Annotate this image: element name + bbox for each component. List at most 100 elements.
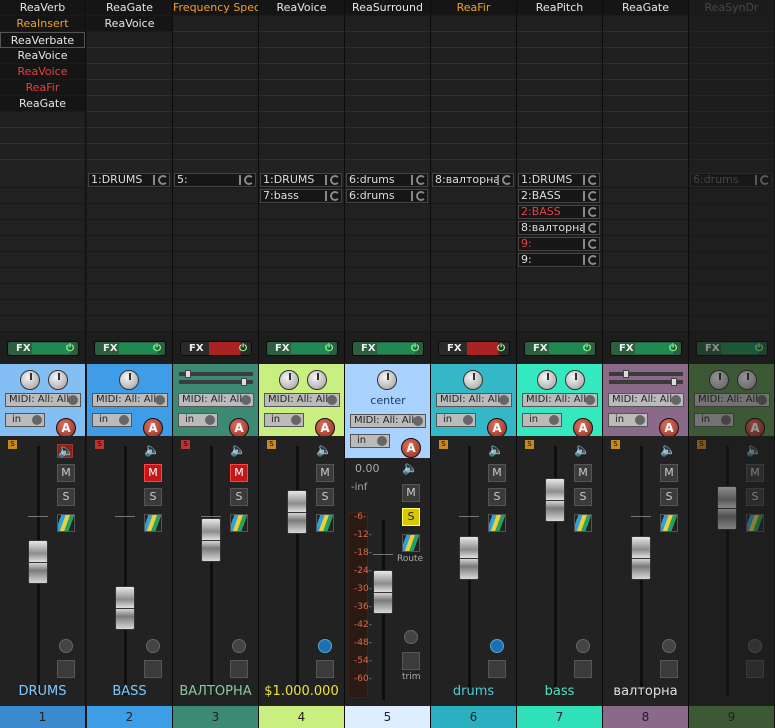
chevron-down-icon[interactable] — [155, 395, 165, 405]
send-pan-knob-icon[interactable] — [588, 239, 598, 249]
speaker-icon[interactable]: 🔈 — [488, 444, 504, 458]
speaker-icon[interactable]: 🔈 — [230, 444, 246, 458]
fx-slot[interactable]: ReaGate — [87, 0, 172, 16]
midi-input-select[interactable]: MIDI: All: All — [694, 393, 770, 407]
send-item[interactable]: 8:валторна — [518, 221, 600, 235]
fx-slot[interactable] — [345, 112, 430, 128]
chevron-down-icon[interactable] — [377, 436, 387, 446]
mute-button[interactable]: M — [57, 464, 75, 482]
mute-button[interactable]: M — [488, 464, 506, 482]
send-volume-bar[interactable] — [583, 255, 585, 265]
volume-fader-handle[interactable] — [545, 478, 565, 522]
fx-slot[interactable] — [603, 80, 688, 96]
fx-slot[interactable] — [517, 96, 602, 112]
track-name[interactable]: ВАЛТОРНА — [173, 684, 258, 704]
send-pan-knob-icon[interactable] — [588, 255, 598, 265]
chevron-down-icon[interactable] — [757, 395, 767, 405]
fx-slot[interactable] — [517, 48, 602, 64]
send-item[interactable]: 6:drums — [346, 173, 428, 187]
routing-button[interactable] — [488, 514, 506, 532]
power-icon[interactable]: ⏻ — [325, 342, 333, 355]
send-pan-knob-icon[interactable] — [244, 175, 254, 185]
chevron-down-icon[interactable] — [671, 395, 681, 405]
fx-slot[interactable] — [431, 16, 516, 32]
solo-button[interactable]: S — [144, 488, 162, 506]
send-pan-knob-icon[interactable] — [502, 175, 512, 185]
power-icon[interactable]: ⏻ — [153, 342, 161, 355]
phase-invert-icon[interactable] — [404, 630, 418, 644]
input-select[interactable]: in — [694, 413, 734, 427]
fx-slot[interactable]: ReaInsert — [0, 16, 85, 32]
fx-slot[interactable] — [173, 144, 258, 160]
input-select[interactable]: in — [264, 413, 304, 427]
mute-button[interactable]: M — [574, 464, 592, 482]
send-item[interactable]: 8:валторна — [432, 173, 514, 187]
fx-slot[interactable] — [259, 128, 344, 144]
fx-slot[interactable] — [87, 64, 172, 80]
fx-slot[interactable]: ReaVerb — [0, 0, 85, 16]
send-volume-bar[interactable] — [583, 175, 585, 185]
pan-knob-icon[interactable] — [737, 370, 757, 390]
volume-knob-icon[interactable] — [537, 370, 557, 390]
speaker-icon[interactable]: 🔈 — [746, 444, 762, 458]
pan-knob-icon[interactable] — [307, 370, 327, 390]
fx-slot[interactable]: ReaVoice — [0, 48, 85, 64]
fx-slot[interactable] — [517, 32, 602, 48]
fx-button[interactable]: FX ⏻ — [438, 341, 510, 356]
routing-button[interactable] — [574, 514, 592, 532]
speaker-icon[interactable]: 🔈 — [660, 444, 676, 458]
fx-slot[interactable] — [87, 128, 172, 144]
power-icon[interactable]: ⏻ — [669, 342, 677, 355]
fx-slot[interactable] — [517, 144, 602, 160]
fx-slot[interactable] — [259, 32, 344, 48]
pan-knob-icon[interactable] — [48, 370, 68, 390]
fx-slot[interactable] — [689, 48, 774, 64]
chevron-down-icon[interactable] — [32, 415, 42, 425]
send-item[interactable]: 7:bass — [260, 189, 342, 203]
fx-slot[interactable] — [345, 144, 430, 160]
fx-slot[interactable] — [431, 128, 516, 144]
fx-slot[interactable] — [689, 128, 774, 144]
track-name[interactable] — [345, 684, 430, 704]
routing-button[interactable] — [660, 514, 678, 532]
send-item[interactable]: 6:drums — [690, 173, 772, 187]
send-pan-knob-icon[interactable] — [330, 191, 340, 201]
speaker-icon[interactable]: 🔈 — [574, 444, 590, 458]
fx-slot[interactable] — [173, 80, 258, 96]
track-name[interactable]: BASS — [87, 684, 172, 704]
fx-slot[interactable] — [603, 32, 688, 48]
chevron-down-icon[interactable] — [635, 415, 645, 425]
fx-slot[interactable] — [517, 128, 602, 144]
record-arm-button[interactable]: A — [315, 418, 335, 438]
volume-fader-handle[interactable] — [287, 490, 307, 534]
speaker-icon[interactable]: 🔈 — [144, 444, 160, 458]
send-item[interactable]: 9: — [518, 237, 600, 251]
fx-slot[interactable] — [689, 144, 774, 160]
fx-slot[interactable]: Frequency Spec — [173, 0, 258, 16]
fx-slot[interactable] — [689, 80, 774, 96]
send-pan-knob-icon[interactable] — [588, 207, 598, 217]
fx-slot[interactable] — [87, 112, 172, 128]
envelope-icon[interactable] — [746, 660, 764, 678]
fx-slot[interactable] — [259, 80, 344, 96]
record-arm-button[interactable]: A — [573, 418, 593, 438]
send-volume-bar[interactable] — [583, 239, 585, 249]
solo-button[interactable]: S — [57, 488, 75, 506]
fx-slot[interactable] — [0, 144, 85, 160]
envelope-icon[interactable] — [144, 660, 162, 678]
envelope-icon[interactable] — [316, 660, 334, 678]
envelope-icon[interactable] — [402, 652, 420, 670]
routing-button[interactable] — [316, 514, 334, 532]
fx-slot[interactable] — [603, 16, 688, 32]
power-icon[interactable]: ⏻ — [239, 342, 247, 355]
chevron-down-icon[interactable] — [119, 415, 129, 425]
envelope-icon[interactable] — [488, 660, 506, 678]
chevron-down-icon[interactable] — [413, 416, 423, 426]
track-name[interactable]: валторна — [603, 684, 688, 704]
volume-fader-handle[interactable] — [201, 518, 221, 562]
fx-slot[interactable] — [0, 128, 85, 144]
fx-slot[interactable]: ReaFir — [0, 80, 85, 96]
input-select[interactable]: in — [92, 413, 132, 427]
width-slider-handle[interactable] — [671, 378, 677, 386]
width-pan-sliders[interactable] — [609, 370, 683, 386]
